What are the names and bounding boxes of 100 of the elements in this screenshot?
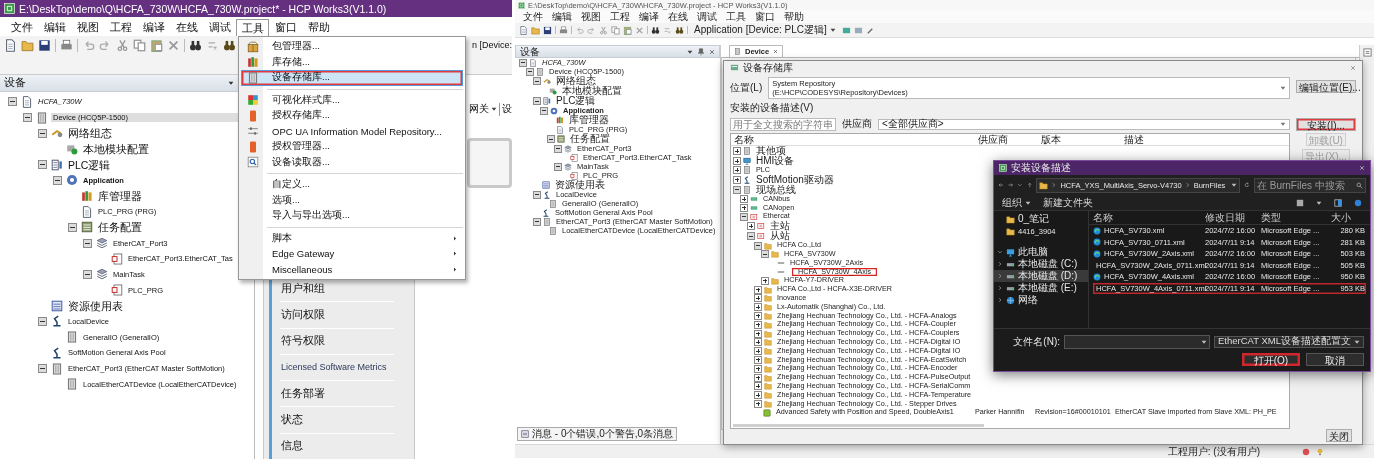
save-icon[interactable] — [543, 25, 552, 35]
tree-item[interactable]: 其他项 — [754, 146, 788, 156]
up-arrow-icon[interactable] — [1026, 181, 1033, 189]
menu-item[interactable]: OPC UA Information Model Repository... — [241, 123, 463, 139]
collapse-toggle[interactable] — [554, 144, 562, 153]
scissors-icon[interactable] — [116, 39, 129, 52]
menu-item[interactable]: 视图 — [581, 9, 601, 24]
column-header[interactable]: 描述 — [1121, 134, 1144, 147]
new-folder-button[interactable]: 新建文件夹 — [1043, 195, 1093, 210]
menu-item[interactable]: 选项... — [241, 192, 463, 208]
expand-toggle[interactable] — [733, 175, 741, 184]
expand-toggle[interactable] — [754, 382, 762, 391]
menu-item[interactable]: Edge Gateway — [241, 246, 463, 262]
collapse-toggle[interactable] — [38, 316, 47, 326]
expand-toggle[interactable] — [754, 347, 762, 356]
column-header[interactable]: 供应商 — [975, 134, 1038, 147]
side-nav-item[interactable]: 任务部署 — [269, 380, 414, 407]
menu-item[interactable]: 在线 — [170, 19, 203, 36]
collapse-toggle[interactable] — [754, 241, 762, 250]
menu-item[interactable]: 工程 — [104, 19, 137, 36]
open-folder-icon[interactable] — [21, 39, 34, 52]
expand-toggle[interactable] — [754, 294, 762, 303]
tree-item[interactable]: 网络组态 — [554, 76, 598, 86]
menu-item[interactable]: 工具 — [726, 9, 746, 24]
tree-item[interactable]: SoftMotion驱动器 — [754, 174, 836, 185]
dialog-button[interactable]: 打开(O) — [1242, 352, 1300, 366]
menu-item[interactable]: 自定义... — [241, 177, 463, 193]
expand-toggle[interactable] — [754, 338, 762, 347]
tree-item[interactable]: 任务配置 — [568, 134, 612, 144]
tree-item[interactable]: 任务配置 — [96, 222, 144, 233]
forward-arrow-icon[interactable] — [1007, 181, 1014, 189]
collapse-toggle[interactable] — [8, 97, 17, 107]
collapse-toggle[interactable] — [740, 212, 748, 221]
pin-icon[interactable] — [697, 47, 705, 56]
nav-item[interactable]: 0_笔记 — [994, 213, 1088, 225]
menu-item[interactable]: Miscellaneous — [241, 261, 463, 277]
close-button[interactable]: 关闭 — [1326, 429, 1352, 442]
expand-toggle[interactable] — [754, 311, 762, 320]
messages-tab[interactable]: 消息 - 0个错误,0个警告,0条消息 — [517, 427, 678, 441]
search-field[interactable]: 用于全文搜索的字符串 — [730, 117, 836, 131]
collapse-toggle[interactable] — [519, 58, 527, 67]
nav-item[interactable]: 本地磁盘 (E:) — [994, 282, 1088, 294]
tree-item[interactable]: HMI设备 — [754, 156, 797, 166]
expand-toggle[interactable] — [733, 166, 741, 175]
collapse-toggle[interactable] — [53, 175, 62, 185]
column-header[interactable]: 名称 — [1093, 210, 1205, 225]
preview-pane-icon[interactable] — [1334, 198, 1342, 207]
collapse-toggle[interactable] — [761, 250, 769, 259]
binoculars-icon[interactable] — [223, 39, 236, 52]
menu-item[interactable]: 设备存储库... — [241, 70, 463, 86]
nav-item[interactable]: 此电脑 — [994, 246, 1088, 258]
properties-icon[interactable] — [1362, 48, 1372, 57]
side-nav-item[interactable]: 访问权限 — [269, 301, 414, 328]
tree-item[interactable]: 现场总线 — [754, 184, 798, 195]
save-icon[interactable] — [38, 39, 51, 52]
menu-item[interactable]: 设备读取器... — [241, 154, 463, 170]
collapse-toggle[interactable] — [533, 190, 541, 199]
help-icon[interactable] — [1354, 198, 1362, 207]
expand-toggle[interactable] — [754, 329, 762, 338]
binoculars-icon[interactable] — [675, 25, 684, 35]
tree-item[interactable]: 资源使用表 — [553, 180, 607, 190]
menu-item[interactable]: 窗口 — [755, 9, 775, 24]
menu-item[interactable]: 调试 — [203, 19, 236, 36]
menu-item[interactable]: 帮助 — [302, 19, 335, 36]
organize-menu[interactable]: 组织 — [1002, 195, 1031, 210]
collapse-toggle[interactable] — [533, 77, 541, 85]
expand-toggle[interactable] — [754, 303, 762, 312]
expand-toggle[interactable] — [740, 204, 748, 212]
chevron-down-icon[interactable] — [997, 249, 1003, 255]
collapse-toggle[interactable] — [533, 97, 541, 105]
paste-icon[interactable] — [623, 25, 632, 35]
tree-item[interactable]: PLC逻辑 — [66, 159, 113, 170]
collapse-toggle[interactable] — [733, 185, 741, 194]
collapse-toggle[interactable] — [68, 222, 77, 232]
collapse-toggle[interactable] — [540, 106, 548, 115]
collapse-toggle[interactable] — [23, 113, 32, 123]
expand-toggle[interactable] — [733, 147, 741, 155]
menu-item[interactable]: 授权管理器... — [241, 139, 463, 155]
collapse-toggle[interactable] — [547, 135, 555, 143]
menu-item[interactable]: 文件 — [5, 19, 38, 36]
column-header[interactable]: 名称 — [731, 134, 975, 147]
menu-item[interactable]: 文件 — [523, 9, 543, 24]
menu-item[interactable]: 编译 — [137, 19, 170, 36]
gateway-dropdown[interactable]: 网关 — [469, 102, 497, 116]
expand-toggle[interactable] — [747, 222, 755, 231]
column-header[interactable]: 版本 — [1038, 134, 1121, 147]
collapse-toggle[interactable] — [38, 128, 47, 138]
menu-item[interactable]: 编辑 — [552, 9, 572, 24]
collapse-toggle[interactable] — [533, 217, 541, 226]
menu-item[interactable]: 导入与导出选项... — [241, 208, 463, 224]
menu-item[interactable]: 脚本 — [241, 230, 463, 246]
expand-toggle[interactable] — [754, 355, 762, 364]
close-icon[interactable] — [773, 49, 779, 54]
nav-item[interactable]: 本地磁盘 (C:) — [994, 258, 1088, 270]
copy-icon[interactable] — [133, 39, 146, 52]
binoculars-icon[interactable] — [651, 25, 660, 35]
menu-item[interactable]: 库存储... — [241, 54, 463, 70]
menu-item[interactable]: 可视化样式库... — [241, 92, 463, 108]
menu-item[interactable]: 工程 — [610, 9, 630, 24]
vendor-dropdown[interactable]: <全部供应商> — [878, 118, 1290, 130]
